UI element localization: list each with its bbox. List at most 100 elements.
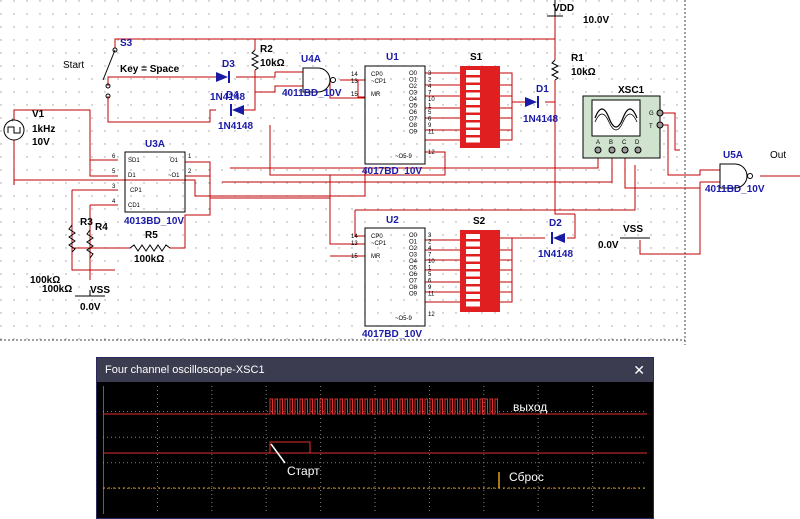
counter-output-pin: O8 (409, 285, 418, 291)
counter-output-pin-num: 11 (428, 292, 435, 298)
start-label: Start (63, 60, 84, 71)
counter-output-pin-num: 11 (428, 130, 435, 136)
counter-carry-pin-num: 12 (428, 312, 435, 318)
source-freq: 1kHz (32, 124, 55, 135)
vdd-value: 10.0V (583, 15, 609, 26)
dip-toggle[interactable] (466, 294, 480, 299)
counter-output-pin: O7 (409, 279, 418, 285)
counter-output-pin: O1 (409, 240, 418, 246)
r5-ref: R5 (145, 230, 158, 241)
close-icon[interactable]: ✕ (633, 362, 645, 379)
vss-right-value: 0.0V (598, 240, 619, 251)
dip-toggle[interactable] (466, 301, 480, 307)
d1-part: 1N4148 (523, 114, 558, 125)
dip-toggle[interactable] (466, 70, 480, 75)
dip-toggle[interactable] (466, 122, 480, 128)
scope-ref: XSC1 (618, 85, 645, 96)
r3-ref: R3 (80, 217, 93, 228)
dip-switch-s1[interactable]: S1 (460, 52, 500, 148)
r2-value: 10kΩ (260, 58, 285, 69)
counter-left-pin-num: 14 (351, 234, 358, 240)
gate-u5a[interactable]: U5A 4011BD_10V Out (705, 150, 786, 195)
counter-left-pin-num: 13 (351, 79, 358, 85)
r1-ref: R1 (571, 53, 584, 64)
dip-toggle[interactable] (466, 249, 480, 254)
s2-ref: S2 (473, 216, 486, 227)
dip-toggle[interactable] (466, 271, 480, 277)
dip-toggle[interactable] (466, 77, 480, 83)
pin-cp1: CP1 (130, 188, 142, 194)
counter-left-pin: CP0 (371, 72, 383, 78)
counter-left-pin-num: 13 (351, 241, 358, 247)
scope-ch-a: A (596, 140, 600, 146)
dip-toggle[interactable] (466, 137, 480, 143)
counter-output-pin: O4 (409, 97, 418, 103)
counter-output-pin: O8 (409, 123, 418, 129)
source-ref: V1 (32, 109, 45, 120)
counter-output-pin: O0 (409, 71, 418, 77)
counter-output-pin-num: 10 (428, 97, 435, 103)
dip-toggle[interactable] (466, 241, 480, 247)
counter-output-pin: O4 (409, 259, 418, 265)
u2-ref: U2 (386, 215, 399, 226)
counter-left-pin: MR (371, 92, 381, 98)
dip-toggle[interactable] (466, 107, 480, 113)
key-label: Key = Space (120, 64, 180, 75)
dip-toggle[interactable] (466, 286, 480, 292)
scope-screen: выход Старт Сброс (103, 386, 647, 514)
schematic: VDD 10.0V S3 Start Key = Space + V1 1kHz… (0, 0, 800, 345)
dip-switch-s2[interactable]: S2 (460, 216, 500, 312)
scope-ch-d: D (635, 140, 640, 146)
d2-part: 1N4148 (538, 249, 573, 260)
dip-toggle[interactable] (466, 279, 480, 284)
scope-ch-c: C (622, 140, 627, 146)
vss-left-label: VSS (90, 285, 110, 296)
r4-ref: R4 (95, 222, 108, 233)
counter-left-pin: MR (371, 254, 381, 260)
dip-toggle[interactable] (466, 115, 480, 120)
output-label: Out (770, 150, 786, 161)
scope-title: Four channel oscilloscope-XSC1 (105, 364, 265, 376)
label-output: выход (513, 400, 547, 414)
s1-ref: S1 (470, 52, 483, 63)
d4-ref: D4 (226, 90, 239, 101)
counter-output-pin-num: 10 (428, 259, 435, 265)
label-start: Старт (287, 464, 320, 478)
counter-output-pin: O6 (409, 110, 418, 116)
svg-text:+: + (11, 118, 15, 124)
label-reset: Сброс (509, 470, 544, 484)
r1-value: 10kΩ (571, 67, 596, 78)
counter-output-pin: O3 (409, 253, 418, 259)
dip-toggle[interactable] (466, 85, 480, 90)
oscilloscope-symbol[interactable]: XSC1 A B C D G T (582, 85, 664, 159)
dip-toggle[interactable] (466, 256, 480, 262)
u3a-ref: U3A (145, 139, 165, 150)
scope-titlebar[interactable]: Four channel oscilloscope-XSC1 ✕ (97, 358, 653, 382)
dip-toggle[interactable] (466, 264, 480, 269)
counter-left-pin-num: 15 (351, 92, 358, 98)
counter-carry-pin: ~O5-9 (395, 154, 413, 160)
u4a-ref: U4A (301, 54, 321, 65)
counter-output-pin: O6 (409, 272, 418, 278)
counter-output-pin: O2 (409, 84, 418, 90)
counter-output-pin: O9 (409, 292, 418, 298)
counter-output-pin: O7 (409, 117, 418, 123)
vss-left-value: 0.0V (80, 302, 101, 313)
d4-part: 1N4148 (218, 121, 253, 132)
dip-toggle[interactable] (466, 92, 480, 98)
dip-toggle[interactable] (466, 130, 480, 135)
dip-toggle[interactable] (466, 100, 480, 105)
scope-ch-b: B (609, 140, 613, 146)
counter-output-pin: O2 (409, 246, 418, 252)
counter-left-pin-num: 14 (351, 72, 358, 78)
counter-output-pin: O5 (409, 266, 418, 272)
counter-output-pin: O1 (409, 78, 418, 84)
oscilloscope-window[interactable]: Four channel oscilloscope-XSC1 ✕ выход С… (96, 357, 654, 519)
pin-nq1: ~O1 (168, 173, 180, 179)
r4-value: 100kΩ (42, 284, 72, 295)
counter-carry-pin: ~O5-9 (395, 316, 413, 322)
dip-toggle[interactable] (466, 234, 480, 239)
pin-d1: D1 (128, 173, 136, 179)
scope-g: G (649, 111, 654, 117)
source-volt: 10V (32, 137, 50, 148)
